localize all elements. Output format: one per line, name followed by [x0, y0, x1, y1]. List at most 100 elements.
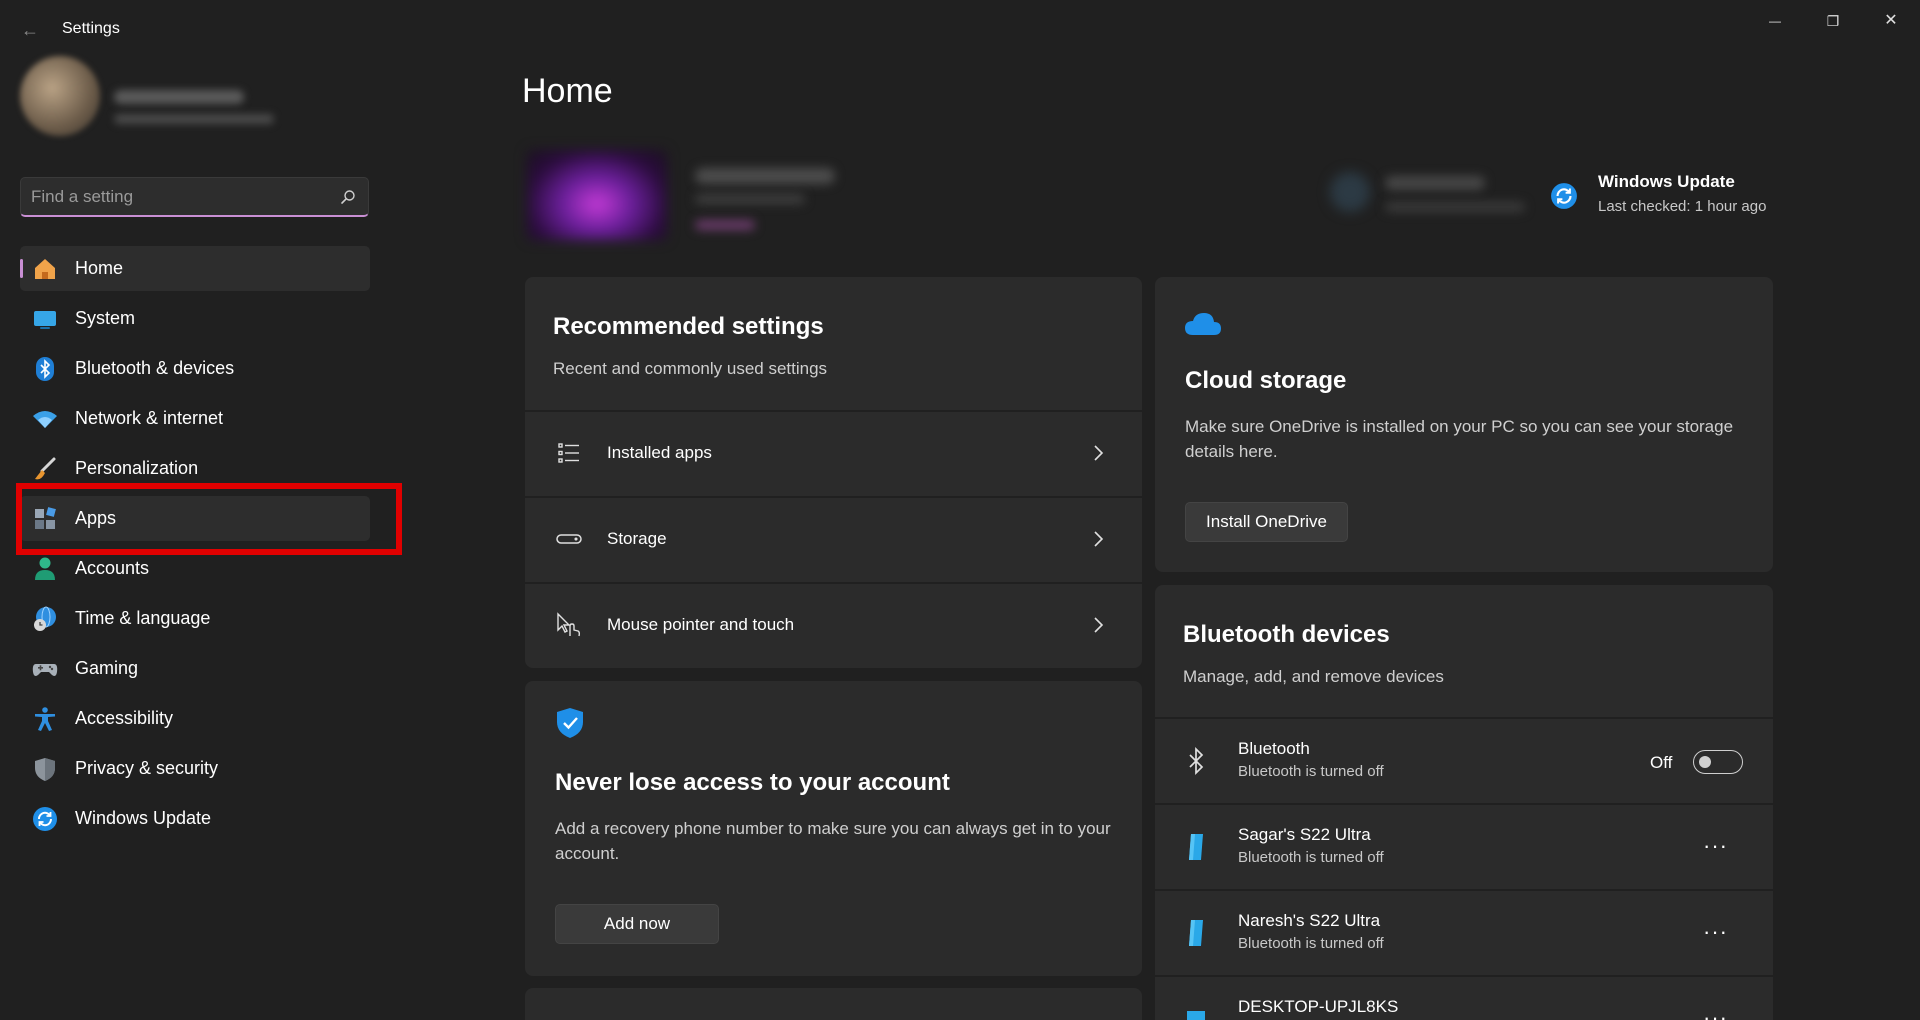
annotation-highlight-box: [16, 483, 402, 555]
phone-icon: [1189, 920, 1203, 946]
system-icon: [32, 306, 58, 332]
list-icon: [555, 439, 583, 467]
account-card-body: Add a recovery phone number to make sure…: [555, 819, 1111, 863]
sidebar-item-label: Personalization: [75, 458, 199, 478]
desktop-icon: [1187, 1011, 1205, 1020]
phone-icon: [1189, 834, 1203, 860]
minimize-icon: —: [1769, 14, 1781, 28]
bluetooth-card-subtitle: Manage, add, and remove devices: [1183, 667, 1444, 686]
bluetooth-status: Bluetooth is turned off: [1238, 763, 1384, 780]
storage-icon: [555, 525, 583, 553]
pointer-touch-icon: [555, 611, 583, 639]
bluetooth-toggle-row: Bluetooth Bluetooth is turned off Off: [1155, 717, 1773, 801]
cloud-storage-card: Cloud storage Make sure OneDrive is inst…: [1155, 277, 1773, 572]
search-input[interactable]: [31, 184, 331, 210]
sidebar-item-system[interactable]: System: [20, 296, 370, 341]
cloud-card-title: Cloud storage: [1185, 367, 1347, 394]
windows-update-title: Windows Update: [1598, 172, 1735, 191]
cloud-card-body: Make sure OneDrive is installed on your …: [1185, 417, 1734, 461]
account-card-title: Never lose access to your account: [555, 769, 950, 796]
sidebar-item-home[interactable]: Home: [20, 246, 370, 291]
shield-check-icon: [557, 708, 583, 738]
back-button[interactable]: ←: [18, 18, 42, 42]
avatar: [20, 56, 100, 136]
wallpaper-thumbnail-blurred[interactable]: [527, 150, 667, 240]
sidebar-item-label: Time & language: [75, 608, 211, 628]
sidebar-item-label: Accessibility: [75, 708, 174, 728]
device-name-blurred: [695, 168, 835, 184]
accessibility-icon: [32, 706, 58, 732]
windows-update-subtitle: Last checked: 1 hour ago: [1598, 198, 1767, 215]
profile-name-blurred: [114, 90, 244, 104]
recommended-settings-card: Recommended settings Recent and commonly…: [525, 277, 1142, 668]
sidebar-item-label: Accounts: [75, 558, 150, 578]
toggle-state-label: Off: [1650, 753, 1673, 772]
sidebar-item-time-language[interactable]: Time & language: [20, 596, 370, 641]
sidebar-item-label: System: [75, 308, 136, 328]
update-icon: [32, 806, 58, 832]
recommended-row-installed-apps[interactable]: Installed apps: [525, 410, 1142, 494]
device-model-blurred: [695, 194, 805, 204]
bluetooth-icon: [1189, 746, 1204, 776]
sidebar-item-label: Network & internet: [75, 408, 224, 428]
device-status: Bluetooth is turned off: [1238, 935, 1384, 952]
bluetooth-device-row[interactable]: Sagar's S22 Ultra Bluetooth is turned of…: [1155, 803, 1773, 887]
wifi-icon: [32, 406, 58, 432]
toggle-knob: [1699, 756, 1711, 768]
brush-icon: [32, 456, 58, 482]
bluetooth-card-title: Bluetooth devices: [1183, 621, 1390, 648]
account-recovery-card: Never lose access to your account Add a …: [525, 681, 1142, 976]
sidebar-item-label: Gaming: [75, 658, 139, 678]
rename-link-blurred: [695, 220, 755, 230]
sidebar-item-bluetooth[interactable]: Bluetooth & devices: [20, 346, 370, 391]
more-options-button[interactable]: ···: [1703, 833, 1728, 859]
update-icon: [1551, 183, 1577, 209]
globe-clock-icon: [32, 606, 58, 632]
restore-button[interactable]: ❐: [1810, 6, 1856, 36]
recommended-row-mouse-pointer[interactable]: Mouse pointer and touch: [525, 582, 1142, 666]
user-profile[interactable]: [18, 52, 298, 142]
chevron-right-icon: [1094, 531, 1104, 547]
back-arrow-icon: ←: [21, 20, 39, 40]
chevron-right-icon: [1094, 617, 1104, 633]
recommended-title: Recommended settings: [553, 313, 824, 340]
accounts-icon: [32, 556, 58, 582]
row-label: Storage: [607, 529, 667, 548]
device-name: DESKTOP-UPJL8KS: [1238, 997, 1399, 1016]
more-options-button[interactable]: ···: [1703, 1005, 1728, 1020]
bluetooth-device-row[interactable]: Naresh's S22 Ultra Bluetooth is turned o…: [1155, 889, 1773, 973]
close-button[interactable]: ✕: [1868, 6, 1914, 36]
bluetooth-devices-card: Bluetooth devices Manage, add, and remov…: [1155, 585, 1773, 1020]
search-icon[interactable]: [340, 189, 356, 205]
row-label: Installed apps: [607, 443, 712, 462]
install-onedrive-button[interactable]: Install OneDrive: [1185, 502, 1348, 542]
title-bar: ← Settings — ❐ ✕: [0, 0, 1920, 60]
shield-icon: [32, 756, 58, 782]
device-status: Bluetooth is turned off: [1238, 849, 1384, 866]
bluetooth-device-row[interactable]: DESKTOP-UPJL8KS ···: [1155, 975, 1773, 1020]
cloud-icon: [1185, 313, 1221, 335]
sidebar-item-windows-update[interactable]: Windows Update: [20, 796, 370, 841]
page-title: Home: [522, 72, 613, 110]
bluetooth-label: Bluetooth: [1238, 739, 1310, 758]
sidebar-item-privacy-security[interactable]: Privacy & security: [20, 746, 370, 791]
sidebar-item-accessibility[interactable]: Accessibility: [20, 696, 370, 741]
close-icon: ✕: [1884, 12, 1898, 29]
onedrive-title-blurred: [1385, 176, 1485, 190]
bluetooth-toggle[interactable]: [1693, 750, 1743, 774]
device-name: Sagar's S22 Ultra: [1238, 825, 1371, 844]
recommended-row-storage[interactable]: Storage: [525, 496, 1142, 580]
sidebar-item-label: Windows Update: [75, 808, 212, 828]
restore-icon: ❐: [1826, 13, 1840, 29]
recommended-subtitle: Recent and commonly used settings: [553, 359, 828, 378]
sidebar-item-label: Privacy & security: [75, 758, 219, 778]
device-name: Naresh's S22 Ultra: [1238, 911, 1381, 930]
more-options-button[interactable]: ···: [1703, 919, 1728, 945]
minimize-button[interactable]: —: [1752, 6, 1798, 36]
search-box[interactable]: [20, 177, 369, 217]
sidebar-item-gaming[interactable]: Gaming: [20, 646, 370, 691]
add-now-button[interactable]: Add now: [555, 904, 719, 944]
app-title: Settings: [62, 20, 120, 37]
sidebar-item-network[interactable]: Network & internet: [20, 396, 370, 441]
gamepad-icon: [32, 656, 58, 682]
